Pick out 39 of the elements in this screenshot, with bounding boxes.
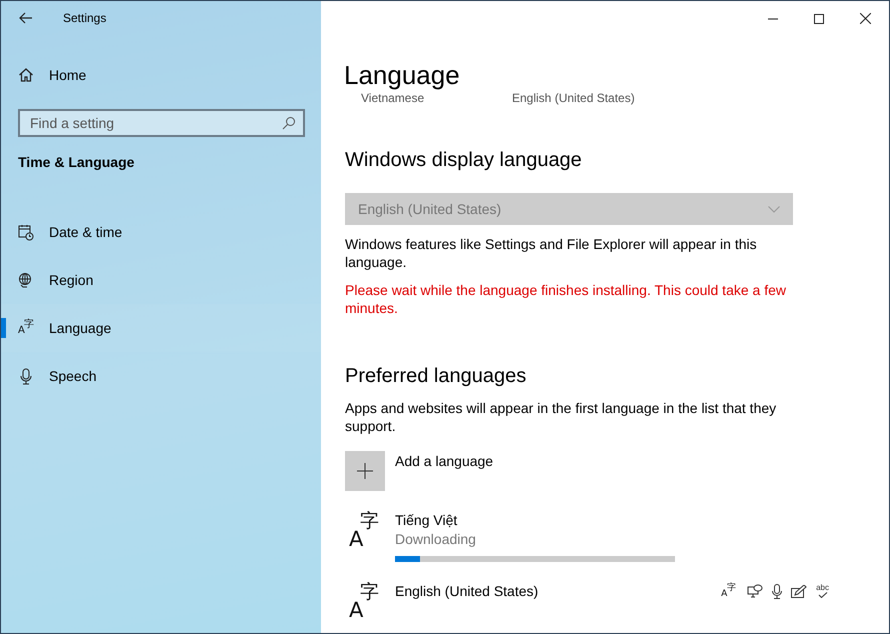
language-icon: A 字 [349, 583, 383, 623]
sidebar-item[interactable]: Region [1, 256, 321, 304]
sidebar-item[interactable]: Date & time [1, 208, 321, 256]
section-heading: Preferred languages [345, 364, 528, 389]
language-feature-icon: A 字 [721, 584, 738, 598]
section-heading: Windows display language [345, 148, 583, 173]
language-label: English (United States) [512, 91, 635, 105]
warning-text: Please wait while the language finishes installing. This could take a few minutes. [345, 281, 787, 317]
back-icon[interactable] [19, 12, 33, 24]
pen-icon [791, 584, 808, 598]
description-text: Windows features like Settings and File Explorer will appear in this language. [345, 235, 758, 271]
globe-icon [18, 272, 34, 288]
home-nav-item[interactable]: Home [1, 51, 321, 99]
microphone-icon [772, 584, 782, 598]
selection-indicator [1, 318, 6, 338]
microphone-icon [18, 368, 34, 384]
chevron-down-icon [768, 206, 780, 212]
language-item[interactable]: A 字 English (United States) A 字 abc [349, 583, 889, 623]
calendar-clock-icon [18, 224, 34, 240]
language-name: English (United States) [395, 583, 538, 599]
plus-icon [357, 463, 373, 479]
description-text: Apps and websites will appear in the first language in the list that they support. [345, 399, 778, 435]
sidebar-item[interactable]: Speech [1, 352, 321, 400]
window-title: Settings [63, 11, 106, 25]
section-heading: Time & Language [17, 153, 136, 172]
language-icon: A 字 [349, 512, 383, 552]
language-icon: A字 [18, 320, 34, 336]
home-icon [18, 67, 34, 83]
speech-bubble-icon [747, 584, 764, 598]
page-title: Language [344, 59, 460, 91]
search-field[interactable]: Find a setting [18, 109, 305, 137]
language-item[interactable]: A 字 Tiếng Việt Downloading [349, 512, 889, 562]
language-label: Vietnamese [361, 91, 426, 105]
maximize-icon[interactable] [814, 14, 824, 24]
language-name: Tiếng Việt [395, 512, 458, 528]
status-text: Downloading [395, 531, 477, 547]
search-icon [282, 116, 296, 130]
add-language-button[interactable]: Add a language [345, 451, 505, 491]
close-icon[interactable] [860, 13, 871, 24]
